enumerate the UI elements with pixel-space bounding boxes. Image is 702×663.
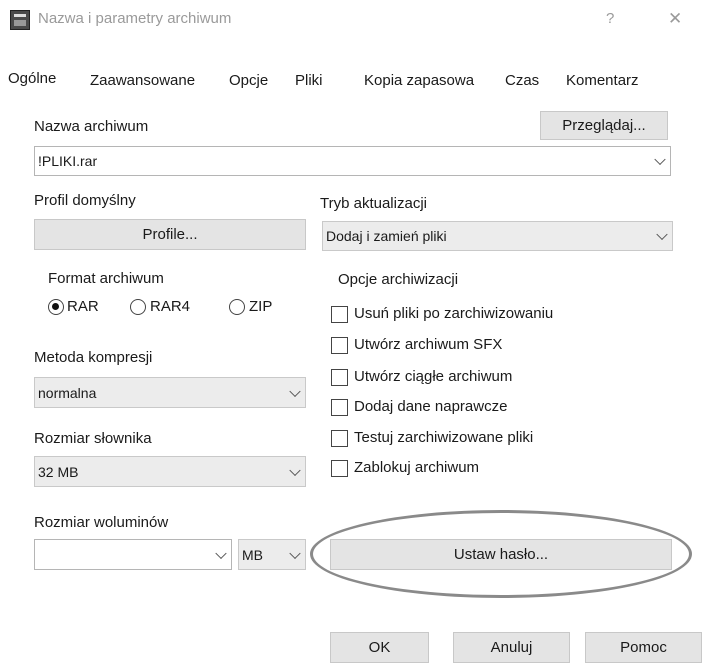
chevron-down-icon: [289, 464, 301, 476]
compression-label: Metoda kompresji: [34, 349, 153, 366]
chevron-down-icon: [289, 385, 301, 397]
chevron-down-icon: [654, 153, 666, 166]
chevron-down-icon: [656, 228, 668, 241]
cancel-button[interactable]: Anuluj: [453, 632, 570, 663]
format-rar4-radio[interactable]: [130, 299, 146, 315]
volume-size-label: Rozmiar woluminów: [34, 514, 169, 531]
profile-label: Profil domyślny: [34, 192, 136, 209]
archive-name-field[interactable]: !PLIKI.rar: [34, 146, 671, 176]
format-zip-radio[interactable]: [229, 299, 245, 315]
tab-comment[interactable]: Komentarz: [566, 72, 639, 89]
chevron-down-icon: [289, 547, 301, 559]
tab-general[interactable]: Ogólne: [8, 70, 56, 87]
format-rar4-label: RAR4: [150, 298, 191, 315]
solid-archive-checkbox[interactable]: [331, 369, 348, 386]
ok-button[interactable]: OK: [330, 632, 429, 663]
recovery-record-checkbox[interactable]: [331, 399, 348, 416]
volume-size-field[interactable]: [34, 539, 232, 570]
test-files-label: Testuj zarchiwizowane pliki: [354, 429, 534, 446]
tab-backup[interactable]: Kopia zapasowa: [364, 72, 474, 89]
format-label: Format archiwum: [48, 270, 164, 287]
compression-value: normalna: [38, 384, 97, 401]
format-rar-label: RAR: [67, 298, 99, 315]
format-rar-radio[interactable]: [48, 299, 64, 315]
recovery-record-label: Dodaj dane naprawcze: [354, 398, 508, 415]
archive-name-label: Nazwa archiwum: [34, 118, 149, 135]
help-button[interactable]: Pomoc: [585, 632, 702, 663]
tab-time[interactable]: Czas: [505, 72, 539, 89]
lock-archive-checkbox[interactable]: [331, 460, 348, 477]
profiles-button[interactable]: Profile...: [34, 219, 306, 250]
sfx-checkbox[interactable]: [331, 337, 348, 354]
app-icon: [10, 10, 30, 30]
archive-name-value: !PLIKI.rar: [38, 153, 98, 169]
sfx-label: Utwórz archiwum SFX: [354, 336, 503, 353]
update-mode-label: Tryb aktualizacji: [320, 195, 427, 212]
browse-button[interactable]: Przeglądaj...: [540, 111, 668, 140]
test-files-checkbox[interactable]: [331, 430, 348, 447]
help-icon[interactable]: ?: [606, 10, 614, 27]
compression-select[interactable]: normalna: [34, 377, 306, 408]
tab-advanced[interactable]: Zaawansowane: [90, 72, 195, 89]
tab-files[interactable]: Pliki: [295, 72, 323, 89]
dictionary-label: Rozmiar słownika: [34, 430, 152, 447]
archive-options-label: Opcje archiwizacji: [338, 271, 459, 288]
update-mode-value: Dodaj i zamień pliki: [326, 228, 447, 244]
volume-unit-select[interactable]: MB: [238, 539, 306, 570]
delete-files-checkbox[interactable]: [331, 306, 348, 323]
window-title: Nazwa i parametry archiwum: [38, 10, 232, 27]
dictionary-select[interactable]: 32 MB: [34, 456, 306, 487]
delete-files-label: Usuń pliki po zarchiwizowaniu: [354, 305, 554, 322]
chevron-down-icon: [215, 547, 227, 559]
lock-archive-label: Zablokuj archiwum: [354, 459, 480, 476]
solid-archive-label: Utwórz ciągłe archiwum: [354, 368, 513, 385]
format-zip-label: ZIP: [249, 298, 273, 315]
set-password-button[interactable]: Ustaw hasło...: [330, 539, 672, 570]
tab-options[interactable]: Opcje: [229, 72, 268, 89]
volume-unit-value: MB: [242, 546, 263, 563]
update-mode-select[interactable]: Dodaj i zamień pliki: [322, 221, 673, 251]
dictionary-value: 32 MB: [38, 463, 79, 480]
close-icon[interactable]: ✕: [668, 9, 682, 29]
